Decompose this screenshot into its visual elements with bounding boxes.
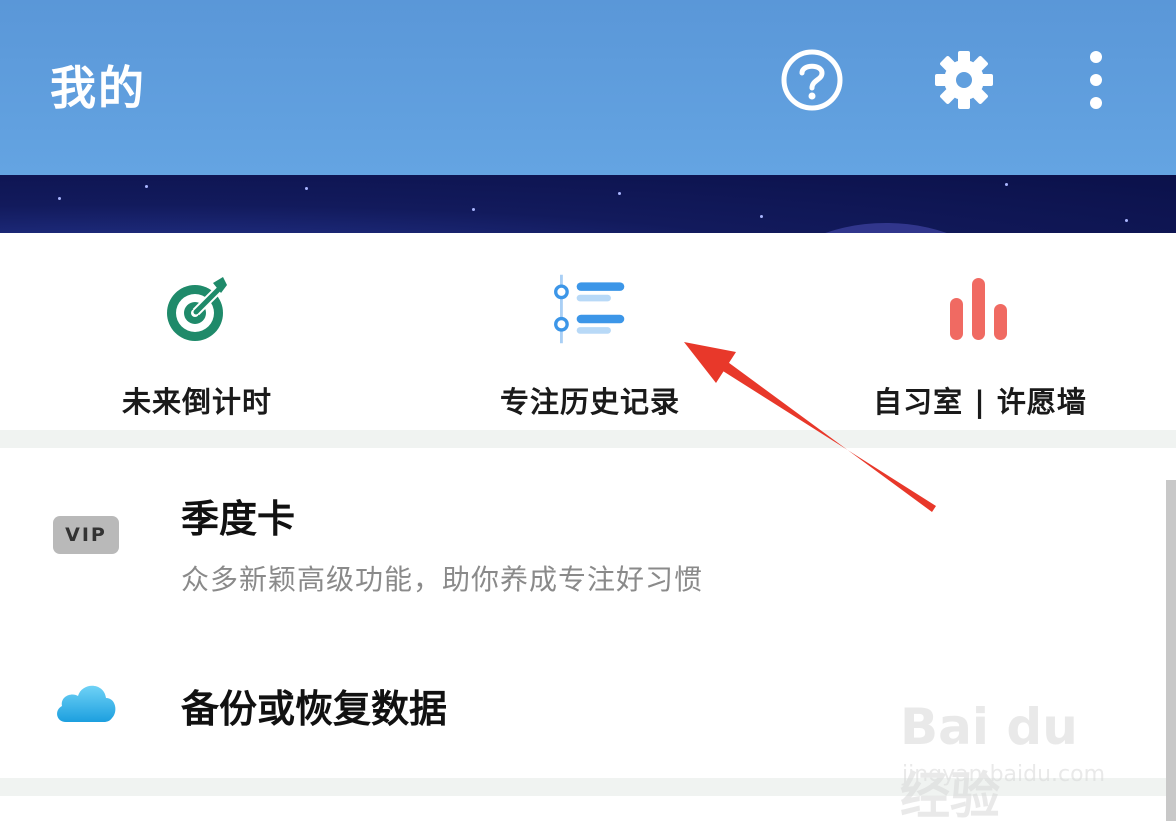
scrollbar[interactable]	[1166, 480, 1176, 821]
star	[1125, 219, 1128, 222]
timeline-list-icon	[554, 274, 625, 344]
focus-history-label: 专注历史记录	[499, 385, 680, 419]
star	[305, 187, 308, 190]
target-icon	[167, 277, 227, 341]
star	[145, 185, 148, 188]
watermark-url: jingyan.baidu.com	[902, 762, 1106, 787]
vip-quarter-card-item[interactable]: VIP 季度卡 众多新颖高级功能，助你养成专注好习惯	[0, 478, 1176, 608]
backup-title: 备份或恢复数据	[181, 687, 448, 731]
star	[618, 192, 621, 195]
star	[58, 197, 61, 200]
profile-banner[interactable]	[0, 175, 1176, 233]
vip-subtitle: 众多新颖高级功能，助你养成专注好习惯	[181, 563, 704, 596]
help-icon	[781, 49, 843, 111]
study-room-action[interactable]: 自习室 | 许愿墙	[860, 233, 1100, 430]
countdown-action[interactable]: 未来倒计时	[92, 233, 302, 430]
star	[760, 215, 763, 218]
settings-icon	[935, 51, 993, 109]
focus-history-action[interactable]: 专注历史记录	[470, 233, 710, 430]
section-divider	[0, 430, 1176, 448]
star	[1005, 183, 1008, 186]
help-button[interactable]	[776, 44, 848, 116]
more-vertical-icon	[1090, 51, 1102, 109]
countdown-label: 未来倒计时	[121, 385, 272, 419]
baidu-watermark: Bai du 经验 jingyan.baidu.com	[900, 690, 1120, 825]
study-room-label: 自习室 | 许愿墙	[873, 385, 1087, 419]
vip-badge-icon: VIP	[53, 516, 119, 554]
settings-button[interactable]	[928, 44, 1000, 116]
star	[472, 208, 475, 211]
more-options-button[interactable]	[1060, 44, 1132, 116]
planet-decoration	[776, 223, 996, 233]
bar-chart-icon	[950, 278, 1007, 340]
page-title: 我的	[50, 61, 146, 115]
quick-actions: 未来倒计时 专注历史记录 自习室 | 许愿墙	[0, 233, 1176, 430]
vip-title: 季度卡	[181, 497, 296, 541]
cloud-icon	[57, 685, 116, 722]
top-app-bar: 我的	[0, 0, 1176, 175]
